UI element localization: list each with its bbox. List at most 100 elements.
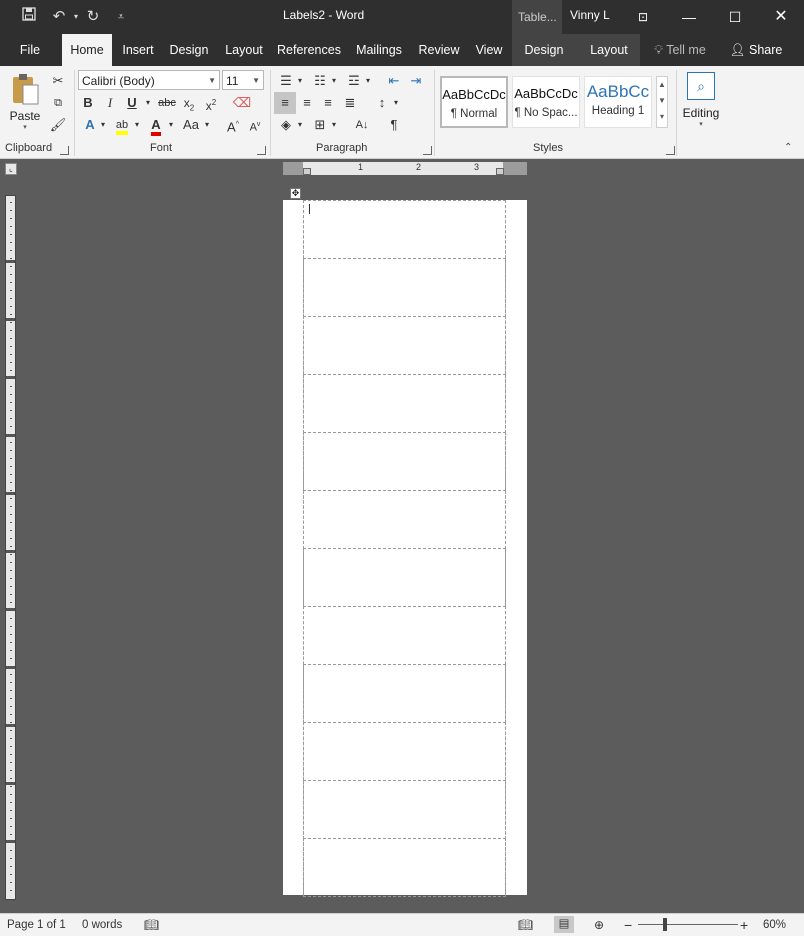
line-spacing-icon[interactable]: ↕ (372, 92, 392, 114)
line-spacing-dropdown-icon[interactable]: ▾ (392, 92, 400, 114)
paragraph-launcher-icon[interactable] (423, 146, 432, 155)
copy-icon[interactable]: ⧉ (48, 92, 68, 114)
style-no-spacing[interactable]: AaBbCcDc ¶ No Spac... (512, 76, 580, 128)
ribbon-display-icon[interactable]: ⊡ (620, 0, 666, 34)
shading-dropdown-icon[interactable]: ▾ (296, 114, 304, 136)
font-name-combo[interactable]: Calibri (Body) ▼ (78, 70, 220, 90)
table-move-handle-icon[interactable]: ✥ (290, 188, 301, 199)
grow-font-icon[interactable]: A^ (224, 114, 242, 136)
decrease-indent-icon[interactable]: ⇤ (384, 70, 404, 92)
zoom-out-icon[interactable]: − (624, 914, 632, 936)
collapse-ribbon-icon[interactable]: ⌃ (784, 142, 792, 153)
label-cell[interactable] (303, 780, 506, 839)
font-size-combo[interactable]: 11 ▼ (222, 70, 264, 90)
close-icon[interactable]: ✕ (758, 0, 804, 34)
customize-qat-icon[interactable]: ⩡ (111, 7, 131, 27)
tell-me-box[interactable]: 💡︎ Tell me (648, 34, 712, 66)
clipboard-launcher-icon[interactable] (60, 146, 69, 155)
font-color-dropdown-icon[interactable]: ▾ (166, 114, 176, 136)
clear-formatting-icon[interactable]: ⌫ (232, 92, 252, 114)
zoom-in-icon[interactable]: + (740, 914, 748, 936)
format-painter-icon[interactable]: 🖌︎ (48, 114, 68, 136)
zoom-slider-thumb[interactable] (663, 918, 667, 931)
label-cell[interactable] (303, 606, 506, 665)
label-cell[interactable] (303, 258, 506, 317)
multilevel-list-icon[interactable]: ☲ (344, 70, 364, 92)
styles-scroll[interactable]: ▲ ▼ ▾ (656, 76, 668, 128)
change-case-dropdown-icon[interactable]: ▾ (202, 114, 212, 136)
indent-marker-icon[interactable] (303, 168, 311, 175)
tab-references[interactable]: References (276, 34, 342, 66)
styles-more-icon[interactable]: ▾ (657, 109, 667, 125)
label-cell[interactable] (303, 490, 506, 549)
multilevel-dropdown-icon[interactable]: ▾ (364, 70, 372, 92)
highlight-icon[interactable]: ab (112, 114, 132, 136)
underline-dropdown-icon[interactable]: ▾ (143, 92, 153, 114)
tab-file[interactable]: File (8, 34, 52, 66)
document-page[interactable] (283, 200, 527, 897)
label-cell[interactable] (303, 432, 506, 491)
print-layout-icon[interactable]: ▤ (554, 916, 574, 933)
label-cell[interactable] (303, 722, 506, 781)
zoom-slider[interactable] (638, 924, 738, 925)
horizontal-ruler[interactable]: 1 2 3 (283, 162, 527, 175)
bold-button[interactable]: B (78, 92, 98, 114)
label-cell[interactable] (303, 664, 506, 723)
subscript-button[interactable]: x2 (180, 92, 198, 114)
align-right-icon[interactable]: ≡ (318, 92, 338, 114)
show-marks-icon[interactable]: ¶ (384, 114, 404, 136)
align-left-icon[interactable]: ≡ (274, 92, 296, 114)
shrink-font-icon[interactable]: Av (246, 114, 264, 136)
superscript-button[interactable]: x2 (202, 92, 220, 114)
minimize-icon[interactable]: — (666, 0, 712, 34)
maximize-icon[interactable]: ☐ (712, 0, 758, 34)
italic-button[interactable]: I (100, 92, 120, 114)
tab-insert[interactable]: Insert (117, 34, 159, 66)
label-cell[interactable] (303, 838, 506, 897)
word-count[interactable]: 0 words (82, 914, 122, 936)
styles-launcher-icon[interactable] (666, 146, 675, 155)
tab-home[interactable]: Home (62, 34, 112, 66)
vertical-ruler[interactable] (5, 195, 16, 900)
label-cell[interactable] (303, 316, 506, 375)
sort-icon[interactable]: A↓ (352, 114, 372, 136)
tab-layout[interactable]: Layout (220, 34, 268, 66)
web-layout-icon[interactable]: ⊕ (594, 914, 604, 936)
tab-design[interactable]: Design (166, 34, 212, 66)
increase-indent-icon[interactable]: ⇥ (406, 70, 426, 92)
redo-icon[interactable]: ↻ (83, 7, 103, 27)
save-icon[interactable] (19, 7, 39, 27)
read-mode-icon[interactable]: 📖︎ (518, 914, 533, 936)
tab-mailings[interactable]: Mailings (352, 34, 406, 66)
share-button[interactable]: 👤︎ Share (726, 34, 786, 66)
cut-icon[interactable]: ✂ (48, 70, 68, 92)
user-name[interactable]: Vinny L (570, 8, 610, 22)
label-cell[interactable] (303, 548, 506, 607)
zoom-level[interactable]: 60% (763, 914, 786, 936)
label-cell[interactable] (303, 374, 506, 433)
underline-button[interactable]: U (122, 92, 142, 114)
chevron-down-icon[interactable]: ▼ (657, 93, 667, 109)
style-heading-1[interactable]: AaBbCc Heading 1 (584, 76, 652, 128)
editing-button[interactable]: ⌕ Editing ▾ (680, 70, 722, 138)
change-case-button[interactable]: Aa (180, 114, 202, 136)
label-cell[interactable] (303, 200, 506, 259)
right-indent-marker-icon[interactable] (496, 168, 504, 175)
font-color-icon[interactable]: A (146, 114, 166, 136)
bullets-icon[interactable]: ☰ (276, 70, 296, 92)
text-effects-icon[interactable]: A (80, 114, 100, 136)
chevron-up-icon[interactable]: ▲ (657, 77, 667, 93)
paste-button[interactable]: Paste ▾ (8, 70, 42, 138)
numbering-dropdown-icon[interactable]: ▾ (330, 70, 338, 92)
borders-dropdown-icon[interactable]: ▾ (330, 114, 338, 136)
font-launcher-icon[interactable] (257, 146, 266, 155)
strikethrough-button[interactable]: abc (156, 92, 178, 114)
highlight-dropdown-icon[interactable]: ▾ (132, 114, 142, 136)
proofing-icon[interactable]: 📖︎ (144, 914, 159, 936)
page-count[interactable]: Page 1 of 1 (7, 914, 66, 936)
tab-selector-icon[interactable]: ⌞ (5, 163, 17, 175)
tab-review[interactable]: Review (414, 34, 464, 66)
bullets-dropdown-icon[interactable]: ▾ (296, 70, 304, 92)
tab-view[interactable]: View (470, 34, 508, 66)
align-center-icon[interactable]: ≡ (297, 92, 317, 114)
